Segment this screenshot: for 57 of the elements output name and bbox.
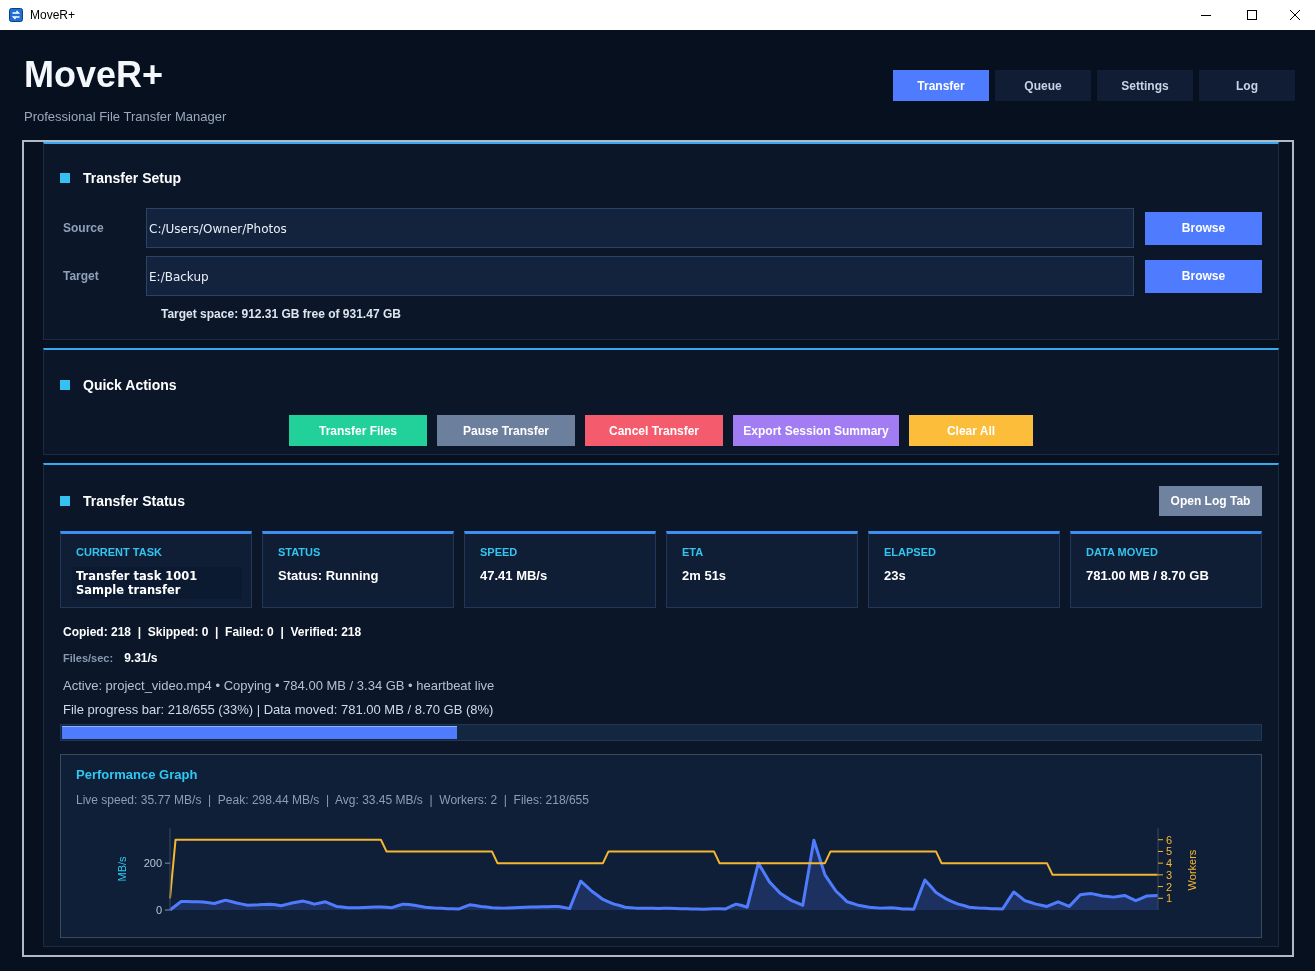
square-bullet-icon [60,380,70,390]
workers-tick-label: 5 [1166,845,1173,858]
section-title: Transfer Status [83,492,185,510]
stat-value: 23s [884,568,907,584]
square-bullet-icon [60,173,70,183]
field-label: Target [62,269,100,283]
stat-label: STATUS [278,545,322,559]
stat-label: ETA [682,545,705,559]
window-title: MoveR+ [30,8,77,22]
nav-tab[interactable]: Settings [1097,70,1193,101]
action-button[interactable]: Pause Transfer [437,415,575,446]
target-space-text: Target space: 912.31 GB free of 931.47 GB [161,306,401,322]
maximize-icon [1247,10,1257,20]
stat-value: 781.00 MB / 8.70 GB [1086,568,1210,584]
y-axis-title: MB/s [116,856,128,882]
graph-title: Performance Graph [75,767,199,783]
close-icon [1290,10,1300,20]
stat-label: CURRENT TASK [76,545,163,559]
square-bullet-icon [60,496,70,506]
workers-axis-title: Workers [1186,849,1198,891]
section-title: Quick Actions [83,376,177,394]
y-axis-tick-label: 0 [155,904,162,916]
workers-tick-label: 1 [1166,892,1173,905]
action-button[interactable]: Export Session Summary [733,415,899,446]
app-icon [9,8,23,22]
current-task-text: Transfer task 1001 Sample transfer [72,567,242,599]
stat-value: Status: Running [278,568,380,584]
y-axis-tick-label: 200 [143,857,162,870]
workers-tick-label: 4 [1166,857,1173,870]
path-input[interactable]: E:/Backup [146,256,1134,296]
active-file-text: Active: project_video.mp4 • Copying • 784.00 MB / 3.34 GB • heartbeat live [62,678,496,694]
open-log-tab-button[interactable]: Open Log Tab [1159,486,1262,516]
app-subtitle: Professional File Transfer Manager [24,109,227,125]
browse-button[interactable]: Browse [1145,211,1262,245]
nav-tab[interactable]: Queue [995,70,1091,101]
stat-label: ELAPSED [884,545,937,559]
workers-tick-label: 3 [1166,868,1173,881]
action-button[interactable]: Cancel Transfer [585,415,723,446]
files-per-sec-label: Files/sec: [63,652,114,664]
nav-tab[interactable]: Transfer [893,70,989,101]
section-title: Transfer Setup [83,169,182,187]
browse-button[interactable]: Browse [1145,259,1262,293]
workers-tick-label: 2 [1166,880,1173,893]
action-button[interactable]: Transfer Files [289,415,427,446]
workers-tick-label: 6 [1166,833,1173,846]
progress-text: File progress bar: 218/655 (33%) | Data moved: 781.00 MB / 8.70 GB (8%) [62,702,495,718]
nav-tab[interactable]: Log [1199,70,1295,101]
field-label: Source [62,221,105,235]
files-per-sec-value: 9.31/s [124,651,158,665]
app-title: MoveR+ [24,55,165,95]
path-input[interactable]: C:/Users/Owner/Photos [146,208,1134,248]
stat-label: SPEED [480,545,519,559]
stat-label: DATA MOVED [1086,545,1159,559]
stat-value: 47.41 MB/s [480,568,549,584]
file-counts-text: Copied: 218 | Skipped: 0 | Failed: 0 | Verified: 218 [62,624,363,640]
graph-stats-text: Live speed: 35.77 MB/s | Peak: 298.44 MB/s | Avg: 33.45 MB/s | Workers: 2 | Files: 218/655 [75,792,590,808]
stat-value: 2m 51s [682,568,728,584]
